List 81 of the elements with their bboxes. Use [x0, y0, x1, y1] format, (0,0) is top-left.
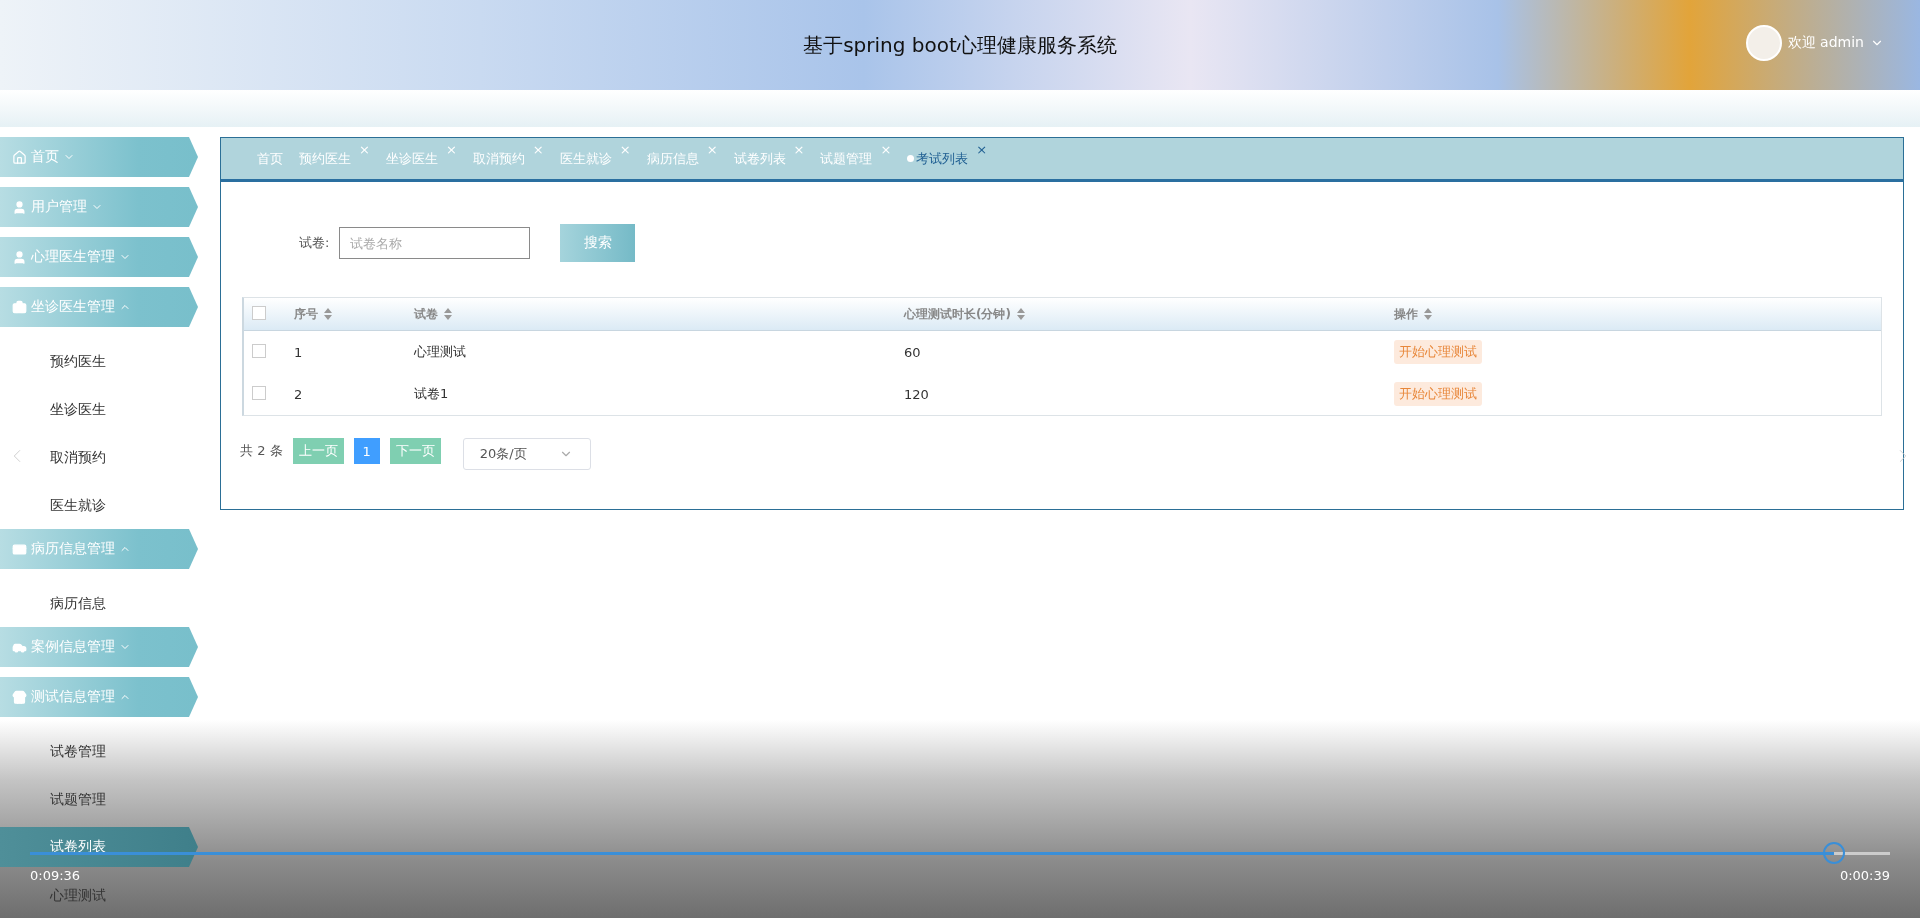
close-button[interactable]: ×	[976, 141, 988, 157]
table-cell-text: 2	[294, 386, 304, 402]
tab[interactable]: 考试列表 ×	[903, 143, 992, 174]
column-header[interactable]: 操作	[1394, 305, 1418, 323]
sidebar-group[interactable]: 首页	[0, 137, 198, 177]
prev-page-button[interactable]: 上一页	[292, 438, 344, 464]
tab-label[interactable]: 预约医生	[299, 149, 351, 168]
checkbox[interactable]	[252, 305, 266, 320]
sort-icon[interactable]	[1016, 308, 1025, 320]
card-icon	[12, 541, 27, 557]
next-page-button[interactable]: 下一页	[389, 438, 441, 464]
close-button[interactable]: ×	[793, 141, 805, 157]
sidebar-group[interactable]: 测试信息管理	[0, 677, 198, 717]
sidebar-item[interactable]: 心理测试	[50, 886, 106, 906]
start-test-button[interactable]: 开始心理测试	[1394, 382, 1482, 406]
sidebar-group[interactable]: 心理医生管理	[0, 237, 198, 277]
tab-label[interactable]: 首页	[257, 149, 283, 168]
progress-thumb[interactable]	[1823, 842, 1846, 864]
column-header[interactable]: 心理测试时长(分钟)	[904, 305, 1011, 323]
tab-label[interactable]: 试题管理	[820, 149, 873, 168]
column-header[interactable]: 序号	[294, 305, 318, 323]
column-header[interactable]: 试卷	[414, 305, 438, 323]
tab[interactable]: 医生就诊 ×	[555, 143, 635, 174]
sidebar-group[interactable]: 用户管理	[0, 187, 198, 227]
table-cell-text: 60	[904, 344, 922, 360]
checkbox[interactable]	[252, 385, 266, 400]
avatar[interactable]	[1745, 25, 1782, 61]
page-size-select[interactable]: 20条/页	[462, 438, 591, 470]
close-button[interactable]: ×	[706, 141, 718, 157]
user-icon	[12, 199, 27, 215]
table-cell-text: 心理测试	[414, 343, 467, 361]
sidebar-item[interactable]: 预约医生	[50, 352, 106, 372]
sidebar-item[interactable]: 试卷管理	[50, 742, 106, 762]
search-button[interactable]: 搜索	[560, 224, 636, 262]
tab[interactable]: 取消预约 ×	[468, 143, 548, 174]
tab[interactable]: 坐诊医生 ×	[381, 143, 461, 174]
tab-label[interactable]: 病历信息	[646, 149, 699, 168]
briefcase-icon	[12, 299, 27, 315]
sidebar-group[interactable]: 案例信息管理	[0, 627, 198, 667]
search-label: 试卷:	[299, 234, 330, 252]
total-count: 共 2 条	[240, 442, 283, 460]
start-test-button[interactable]: 开始心理测试	[1394, 340, 1482, 364]
sidebar-item[interactable]: 病历信息	[50, 594, 106, 614]
remaining-time: 0:00:39	[1839, 868, 1890, 883]
sidebar-item[interactable]: 坐诊医生	[50, 400, 106, 420]
close-button[interactable]: ×	[532, 141, 544, 157]
active-dot	[907, 155, 915, 162]
tab-label[interactable]: 试卷列表	[733, 149, 786, 168]
tab[interactable]: 预约医生 ×	[295, 143, 374, 174]
table-cell-text: 试卷1	[414, 385, 450, 403]
user-menu[interactable]: 欢迎 admin	[1787, 34, 1864, 52]
close-button[interactable]: ×	[619, 141, 631, 157]
close-button[interactable]: ×	[880, 141, 892, 157]
sort-icon[interactable]	[324, 308, 332, 320]
sidebar-group[interactable]: 坐诊医生管理	[0, 287, 198, 327]
sidebar-item[interactable]: 取消预约	[50, 448, 106, 468]
tab[interactable]: 首页	[253, 143, 287, 174]
sidebar-group[interactable]: 病历信息管理	[0, 529, 198, 569]
home-icon	[12, 149, 27, 165]
close-button[interactable]: ×	[359, 141, 370, 157]
tab[interactable]: 病历信息 ×	[642, 143, 722, 174]
table-cell-text: 1	[294, 344, 304, 360]
page-button[interactable]: 1	[353, 438, 380, 464]
close-button[interactable]: ×	[445, 141, 457, 157]
tab[interactable]: 试题管理 ×	[816, 143, 896, 174]
store-icon	[12, 689, 27, 705]
table-cell-text: 120	[904, 386, 930, 402]
tab-label[interactable]: 医生就诊	[559, 149, 612, 168]
elapsed-time: 0:09:36	[30, 868, 81, 883]
tab[interactable]: 试卷列表 ×	[729, 143, 809, 174]
sort-icon[interactable]	[1424, 308, 1432, 320]
sidebar-item[interactable]: 医生就诊	[50, 496, 106, 516]
tab-label[interactable]: 考试列表	[916, 149, 969, 168]
tab-label[interactable]: 坐诊医生	[385, 149, 438, 168]
tab-label[interactable]: 取消预约	[472, 149, 525, 168]
app-title: 基于spring boot心理健康服务系统	[803, 31, 1117, 59]
checkbox[interactable]	[252, 343, 266, 358]
user-icon	[12, 249, 27, 265]
sidebar-item[interactable]: 试题管理	[50, 790, 106, 810]
sort-icon[interactable]	[444, 308, 452, 320]
search-field[interactable]: 试卷名称	[339, 227, 531, 259]
